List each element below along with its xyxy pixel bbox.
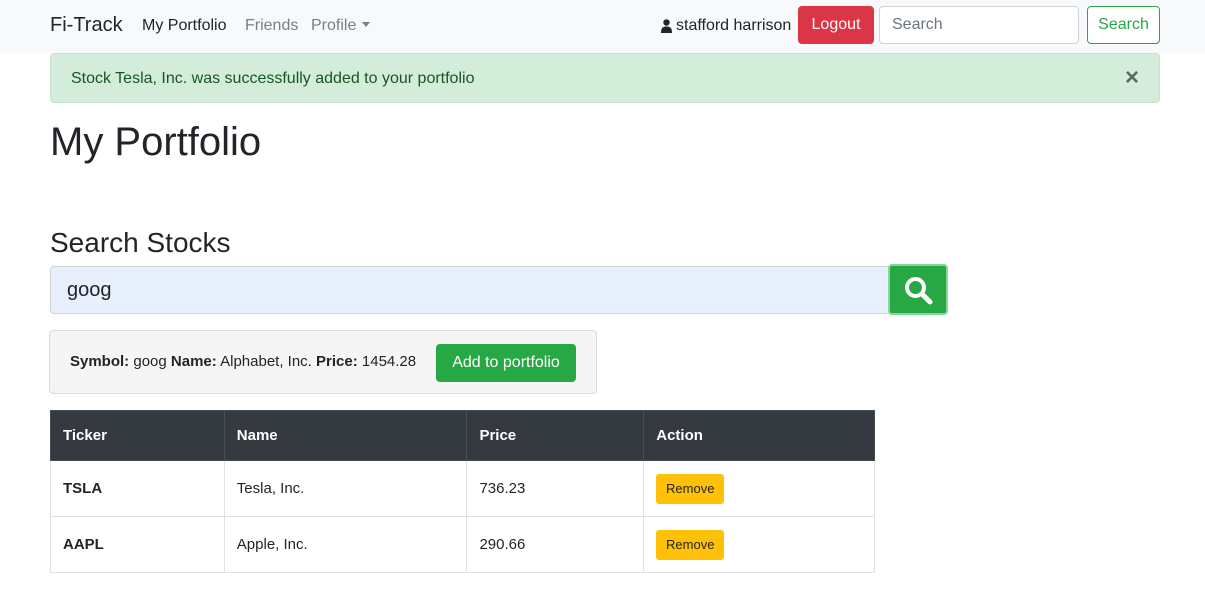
alert-message: Stock Tesla, Inc. was successfully added…: [71, 70, 475, 87]
stock-search-input[interactable]: [50, 266, 890, 314]
navbar: Fi-Track My Portfolio Friends Profile st…: [0, 0, 1205, 53]
navbar-search-input[interactable]: [879, 6, 1079, 44]
caret-down-icon: [362, 22, 371, 27]
user-icon: [661, 19, 672, 33]
symbol-value: goog: [133, 353, 167, 370]
header-price: Price: [466, 410, 645, 461]
cell-action: Remove: [643, 516, 875, 573]
cell-ticker: TSLA: [50, 460, 225, 517]
brand-link[interactable]: Fi-Track: [50, 14, 123, 37]
portfolio-table: Ticker Name Price Action TSLA Tesla, Inc…: [50, 410, 875, 573]
search-icon: [905, 276, 933, 304]
add-to-portfolio-button[interactable]: Add to portfolio: [436, 344, 576, 382]
user-name: stafford harrison: [676, 17, 792, 34]
nav-friends[interactable]: Friends: [245, 17, 298, 35]
search-stocks-heading: Search Stocks: [50, 227, 231, 258]
table-row: AAPL Apple, Inc. 290.66 Remove: [50, 516, 875, 573]
remove-button[interactable]: Remove: [656, 473, 725, 504]
success-alert: Stock Tesla, Inc. was successfully added…: [50, 53, 1160, 103]
page-title: My Portfolio: [50, 120, 262, 164]
cell-name: Tesla, Inc.: [223, 460, 468, 517]
current-user: stafford harrison: [661, 17, 791, 35]
cell-ticker: AAPL: [50, 516, 225, 573]
header-ticker: Ticker: [50, 410, 225, 461]
header-action: Action: [643, 410, 875, 461]
price-label: Price:: [316, 353, 358, 370]
header-name: Name: [223, 410, 468, 461]
table-header-row: Ticker Name Price Action: [50, 410, 875, 461]
stock-result-text: Symbol: goog Name: Alphabet, Inc. Price:…: [70, 353, 416, 370]
name-label: Name:: [170, 353, 217, 370]
price-value: 1454.28: [361, 353, 417, 370]
name-value: Alphabet, Inc.: [220, 353, 312, 370]
cell-name: Apple, Inc.: [223, 516, 468, 573]
navbar-search-button[interactable]: Search: [1087, 6, 1160, 44]
stock-result-card: Symbol: goog Name: Alphabet, Inc. Price:…: [49, 330, 597, 394]
close-icon[interactable]: ×: [1125, 66, 1139, 90]
table-row: TSLA Tesla, Inc. 736.23 Remove: [50, 460, 875, 517]
cell-price: 736.23: [466, 460, 645, 517]
symbol-label: Symbol:: [70, 353, 130, 370]
remove-button[interactable]: Remove: [656, 529, 725, 560]
stock-search-button[interactable]: [888, 264, 948, 315]
nav-profile-label: Profile: [311, 17, 357, 34]
cell-action: Remove: [643, 460, 875, 517]
nav-my-portfolio[interactable]: My Portfolio: [142, 17, 226, 35]
logout-button[interactable]: Logout: [798, 6, 874, 44]
cell-price: 290.66: [466, 516, 645, 573]
nav-profile-dropdown[interactable]: Profile: [311, 17, 371, 35]
